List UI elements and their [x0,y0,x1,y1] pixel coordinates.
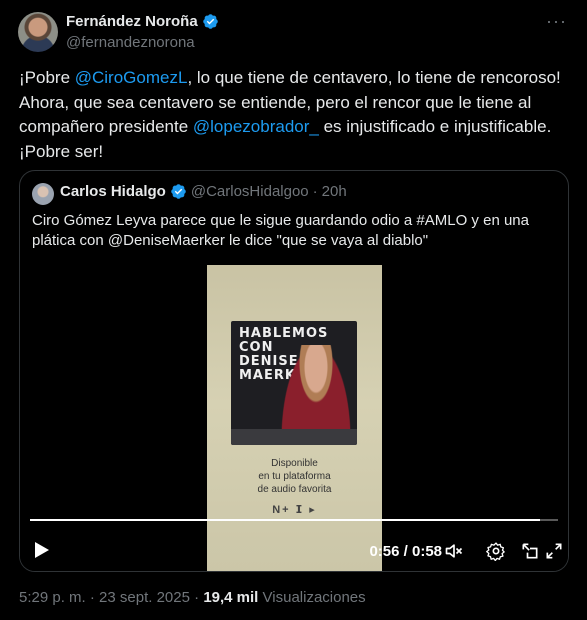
quoted-author-name[interactable]: Carlos Hidalgo [60,183,166,200]
gear-icon[interactable] [486,541,506,561]
quoted-separator: · [312,183,318,200]
views-count: 19,4 mil [203,589,259,606]
quoted-handle[interactable]: @CarlosHidalgoo [191,183,309,200]
brand-logos: N+ ⵊ ▸ [272,504,317,516]
author-handle[interactable]: @fernandeznorona [66,34,195,51]
fullscreen-icon[interactable] [544,541,564,561]
views-label: Visualizaciones [262,589,366,606]
mention-link[interactable]: @lopezobrador_ [193,117,319,136]
available-text: Disponible en tu plataforma de audio fav… [257,458,332,495]
quoted-tweet[interactable]: Carlos Hidalgo @CarlosHidalgoo · 20h Cir… [19,170,569,572]
more-icon[interactable]: ··· [546,12,567,30]
author-avatar[interactable] [18,12,58,52]
post-time[interactable]: 5:29 p. m. [19,589,86,606]
video-poster: HABLEMOS CON DENISE MAERKER Disponible e… [207,265,382,571]
video-controls: 0:56 / 0:58 [20,533,568,567]
post-date[interactable]: 23 sept. 2025 [99,589,190,606]
tweet-text: ¡Pobre @CiroGomezL, lo que tiene de cent… [19,66,569,164]
quoted-header: Carlos Hidalgo @CarlosHidalgoo · 20h [60,183,347,200]
quoted-text: Ciro Gómez Leyva parece que le sigue gua… [32,212,529,249]
play-icon[interactable] [34,541,50,564]
author-name-row[interactable]: Fernández Noroña [66,13,219,30]
video-time: 0:56 / 0:58 [369,543,442,560]
footer-separator: · [194,589,200,606]
footer-separator: · [89,589,95,606]
verified-badge-icon [202,13,219,30]
video-progress-bar[interactable] [30,519,558,521]
volume-icon[interactable] [444,541,464,561]
mention-link[interactable]: @CiroGomezL [75,68,188,87]
video-progress-fill [30,519,540,521]
podcast-cover: HABLEMOS CON DENISE MAERKER [231,321,357,445]
verified-badge-icon [170,183,187,200]
quoted-time[interactable]: 20h [322,183,347,200]
quoted-avatar[interactable] [32,183,54,205]
video-player[interactable]: HABLEMOS CON DENISE MAERKER Disponible e… [20,263,568,571]
tweet-text-part: ¡Pobre [19,68,75,87]
cover-desk [231,429,357,445]
author-name[interactable]: Fernández Noroña [66,13,198,30]
popout-icon[interactable] [520,541,540,561]
tweet-footer: 5:29 p. m. · 23 sept. 2025 · 19,4 mil Vi… [19,589,366,606]
